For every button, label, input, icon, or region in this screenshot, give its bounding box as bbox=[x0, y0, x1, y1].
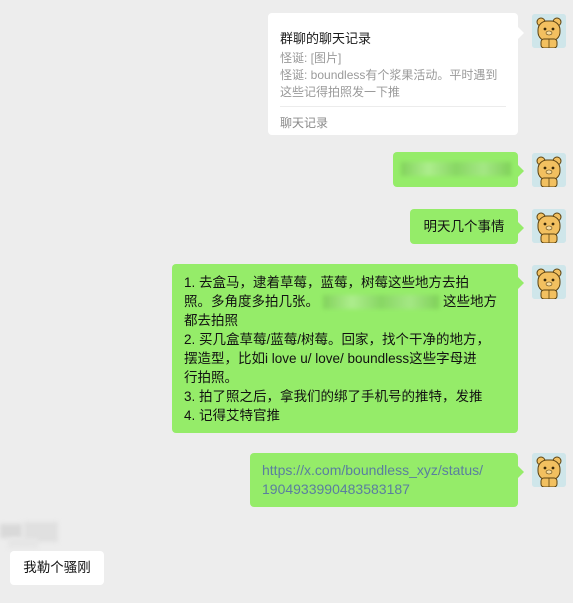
avatar[interactable] bbox=[532, 14, 566, 48]
message-text: 明天几个事情 bbox=[423, 219, 505, 234]
bear-avatar-icon bbox=[532, 209, 566, 243]
task-list-bubble[interactable]: 1. 去盒马，逮着草莓，蓝莓，树莓这些地方去拍 照。多角度多拍几张。 这些地方 都… bbox=[172, 264, 524, 433]
redacted-content bbox=[401, 162, 511, 176]
blurred-message-bubble[interactable] bbox=[393, 152, 524, 187]
task-line-1c: 都去拍照 bbox=[184, 313, 238, 328]
merged-history-footer: 聊天记录 bbox=[280, 116, 329, 130]
avatar[interactable] bbox=[532, 265, 566, 299]
avatar[interactable] bbox=[532, 453, 566, 487]
bear-avatar-icon bbox=[532, 265, 566, 299]
link-message-bubble[interactable]: https://x.com/boundless_xyz/status/ 1904… bbox=[250, 453, 524, 507]
task-line-2b: 摆造型，比如i love u/ love/ boundless这些字母进 bbox=[184, 351, 477, 366]
card-divider bbox=[280, 106, 506, 107]
task-line-3: 3. 拍了照之后，拿我们的绑了手机号的推特，发推 bbox=[184, 389, 483, 404]
redacted-content bbox=[323, 295, 439, 310]
task-line-1b: 照。多角度多拍几张。 这些地方 bbox=[184, 294, 497, 310]
task-line-2c: 行拍照。 bbox=[184, 370, 238, 385]
incoming-message-text: 我勒个骚刚 bbox=[23, 560, 91, 575]
avatar[interactable] bbox=[532, 209, 566, 243]
merged-history-title: 群聊的聊天记录 bbox=[280, 31, 372, 46]
link-line-1[interactable]: https://x.com/boundless_xyz/status/ bbox=[262, 461, 508, 480]
merged-history-line-2: 怪诞: boundless有个浆果活动。平时遇到这些记得拍照发一下推 bbox=[280, 68, 498, 99]
merged-history-line-1: 怪诞: [图片] bbox=[280, 51, 342, 65]
avatar[interactable] bbox=[532, 153, 566, 187]
link-line-2[interactable]: 1904933990483583187 bbox=[262, 480, 508, 499]
merged-chat-history-card[interactable]: 群聊的聊天记录 怪诞: [图片] 怪诞: boundless有个浆果活动。平时遇… bbox=[268, 13, 524, 135]
bear-avatar-icon bbox=[532, 14, 566, 48]
message-bubble-short[interactable]: 明天几个事情 bbox=[410, 209, 524, 244]
task-line-2a: 2. 买几盒草莓/蓝莓/树莓。回家，找个干净的地方， bbox=[184, 332, 491, 347]
task-line-1a: 1. 去盒马，逮着草莓，蓝莓，树莓这些地方去拍 bbox=[184, 275, 470, 290]
task-line-4: 4. 记得艾特官推 bbox=[184, 408, 281, 423]
incoming-message-bubble[interactable]: 我勒个骚刚 bbox=[10, 551, 104, 585]
redacted-sender-name bbox=[0, 522, 60, 552]
bear-avatar-icon bbox=[532, 153, 566, 187]
bear-avatar-icon bbox=[532, 453, 566, 487]
